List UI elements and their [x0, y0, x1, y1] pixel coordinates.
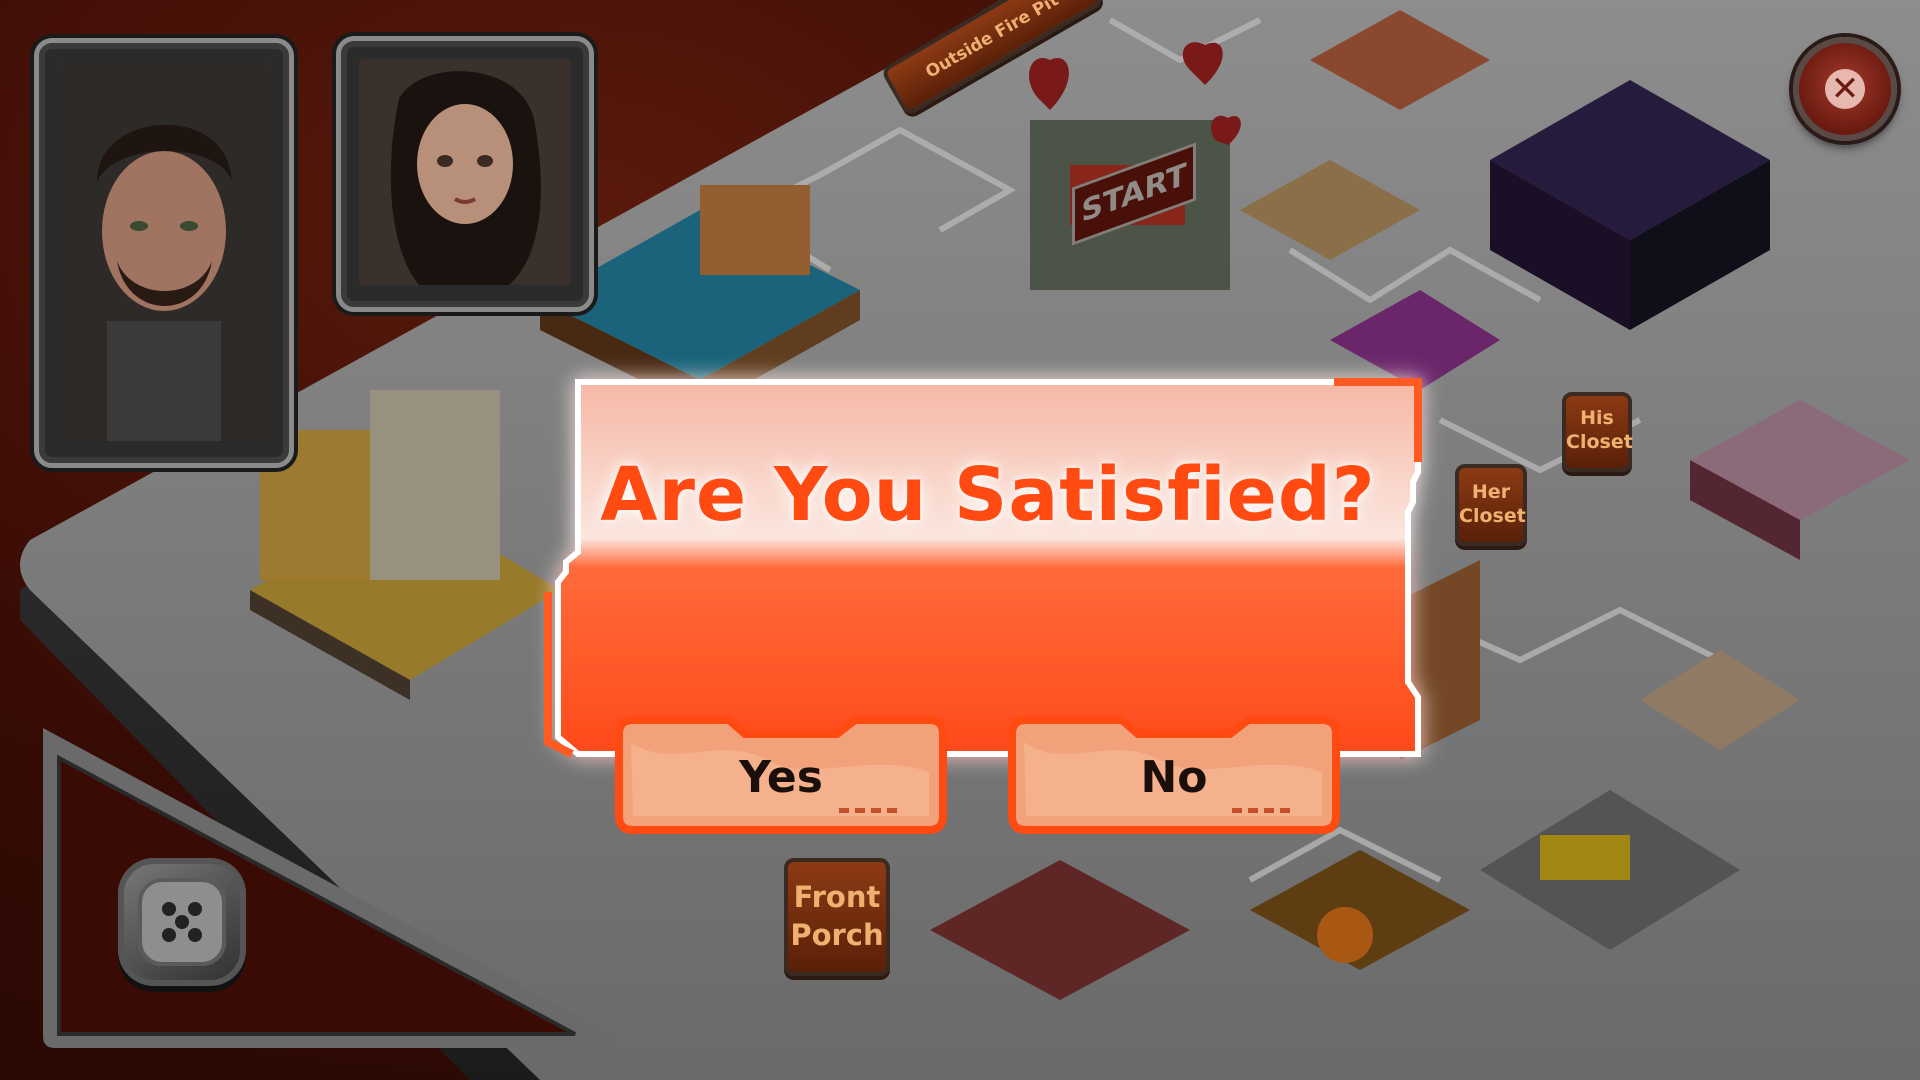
front-porch-line2: Porch	[790, 918, 884, 952]
player-1-avatar	[57, 61, 271, 441]
her-closet-line2: Closet	[1459, 505, 1526, 527]
his-closet-line2: Closet	[1566, 431, 1633, 453]
heart-decoration	[1029, 42, 1241, 145]
dice-icon	[138, 878, 226, 966]
no-button[interactable]: No	[1004, 712, 1344, 838]
front-porch-sign: Front Porch	[784, 858, 890, 976]
her-closet-sign: Her Closet	[1455, 464, 1527, 546]
yes-button[interactable]: Yes	[611, 712, 951, 838]
female-avatar-icon	[359, 59, 571, 285]
male-avatar-icon	[57, 61, 271, 441]
no-button-label: No	[1140, 752, 1208, 803]
her-closet-line1: Her	[1471, 481, 1511, 503]
roll-dice-button[interactable]	[118, 858, 246, 986]
close-icon: ✕	[1825, 69, 1865, 109]
close-button[interactable]: ✕	[1793, 37, 1897, 141]
game-screen: Outside Fire Pit START His Closet Her Cl…	[0, 0, 1920, 1080]
dialog-frame	[544, 378, 1422, 758]
player-2-portrait-card[interactable]	[336, 36, 594, 312]
front-porch-line1: Front	[793, 880, 881, 914]
player-1-portrait-card[interactable]	[34, 38, 294, 468]
satisfaction-dialog: Are You Satisfied? Yes No	[538, 378, 1428, 834]
yes-button-label: Yes	[739, 752, 823, 803]
his-closet-line1: His	[1580, 407, 1614, 429]
his-closet-sign: His Closet	[1562, 392, 1633, 472]
player-2-avatar	[359, 59, 571, 285]
dialog-title: Are You Satisfied?	[600, 452, 1376, 538]
